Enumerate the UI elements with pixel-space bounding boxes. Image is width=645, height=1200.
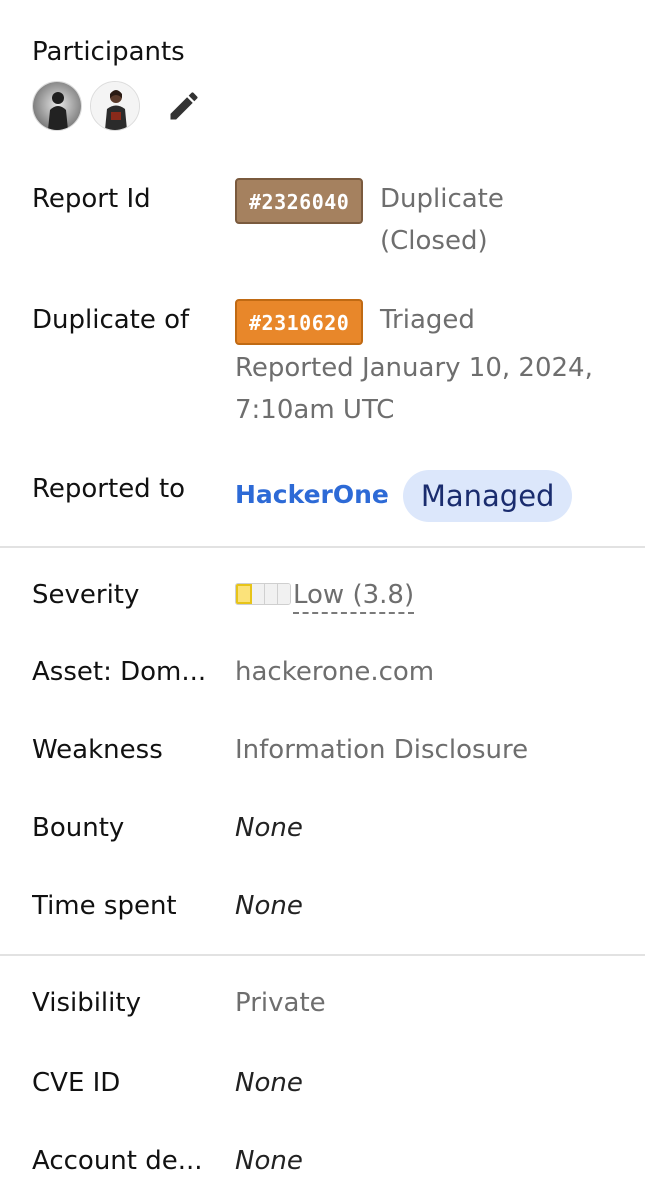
account-details-label: Account de... [32,1146,203,1176]
reported-to-label: Reported to [32,474,186,504]
time-spent-label: Time spent [32,891,177,921]
time-spent-value: None [235,891,303,921]
report-id-label: Report Id [32,184,151,214]
participants-avatars [32,81,204,131]
report-id-value: #2326040 Duplicate (Closed) [235,178,625,256]
participant-avatar[interactable] [32,81,82,131]
report-status-line1: Duplicate [380,184,504,214]
section-divider [0,546,645,548]
duplicate-reported-date: Reported January 10, 2024, 7:10am UTC [235,347,635,431]
reported-date-line2: 7:10am UTC [235,395,395,425]
account-details-value: None [235,1146,303,1176]
report-status: Duplicate (Closed) [380,178,640,262]
cve-id-label: CVE ID [32,1068,121,1098]
reported-to-row: Reported to HackerOne Managed [0,468,645,524]
duplicate-status: Triaged [380,305,475,335]
visibility-value: Private [235,988,326,1018]
severity-label: Severity [32,580,140,610]
severity-value: Low (3.8) [235,574,625,616]
weakness-label: Weakness [32,735,163,765]
bounty-label: Bounty [32,813,125,843]
duplicate-of-badge[interactable]: #2310620 [235,299,364,345]
reported-date-line1: Reported January 10, 2024, [235,353,593,383]
report-status-line2: (Closed) [380,226,488,256]
duplicate-of-value: #2310620 Triaged Reported January 10, 20… [235,299,625,425]
severity-meter-icon [235,582,291,605]
visibility-label: Visibility [32,988,141,1018]
reported-to-value: HackerOne Managed [235,468,625,522]
duplicate-of-row: Duplicate of #2310620 Triaged Reported J… [0,299,645,434]
managed-tag: Managed [402,469,573,522]
severity-rating[interactable]: Low (3.8) [293,580,415,614]
participant-avatar[interactable] [90,81,140,131]
hackerone-program-link[interactable]: HackerOne [235,480,389,509]
report-id-row: Report Id #2326040 Duplicate (Closed) [0,178,645,268]
pencil-icon[interactable] [164,86,204,126]
participants-title: Participants [32,37,185,67]
bounty-value: None [235,813,303,843]
weakness-value: Information Disclosure [235,735,529,765]
asset-value: hackerone.com [235,657,435,687]
report-id-badge[interactable]: #2326040 [235,178,364,224]
duplicate-of-label: Duplicate of [32,305,190,335]
section-divider [0,954,645,956]
asset-label: Asset: Dom... [32,657,207,687]
cve-id-value: None [235,1068,303,1098]
